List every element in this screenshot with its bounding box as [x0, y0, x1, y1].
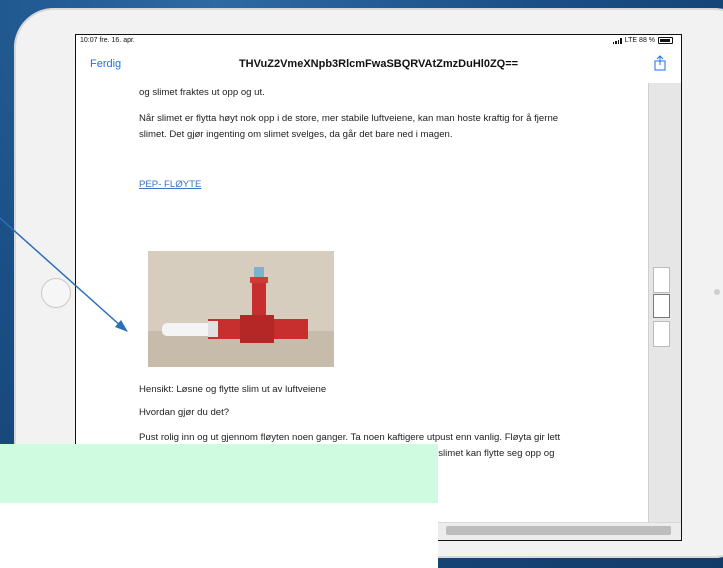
camera-dot: [714, 289, 720, 295]
status-time: 10:07 fre. 16. apr.: [80, 37, 135, 44]
doc-line: Hensikt: Løsne og flytte slim ut av luft…: [139, 384, 327, 395]
status-indicators: LTE 88 %: [612, 37, 673, 44]
carrier-label: LTE 88 %: [624, 37, 655, 44]
doc-line: Pust rolig inn og ut gjennom fløyten noe…: [139, 432, 561, 443]
overlay-panel-green: [0, 444, 438, 503]
doc-line: og slimet fraktes ut opp og ut.: [139, 87, 265, 98]
page-thumbnail-rail[interactable]: [648, 83, 681, 523]
overlay-panel-white: [0, 503, 438, 568]
page-thumbnail[interactable]: [653, 267, 670, 293]
share-icon[interactable]: [653, 55, 667, 71]
page-thumbnail[interactable]: [653, 321, 670, 347]
doc-line: Hvordan gjør du det?: [139, 407, 230, 418]
pep-flute-photo: [148, 251, 334, 367]
pep-floyte-link[interactable]: PEP- FLØYTE: [139, 177, 619, 192]
page-thumbnail-current[interactable]: [653, 294, 670, 318]
status-bar: 10:07 fre. 16. apr. LTE 88 %: [76, 35, 681, 47]
battery-icon: [658, 37, 673, 44]
home-button[interactable]: [41, 278, 71, 308]
document-title: THVuZ2VmeXNpb3RlcmFwaSBQRVAtZmzDuHl0ZQ==: [238, 58, 519, 70]
doc-line: Når slimet er flytta høyt nok opp i de s…: [139, 113, 559, 124]
scrollbar-thumb[interactable]: [446, 526, 671, 535]
nav-bar: Ferdig THVuZ2VmeXNpb3RlcmFwaSBQRVAtZmzDu…: [76, 47, 681, 77]
signal-icon: [612, 37, 622, 44]
doc-line: slimet. Det gjør ingenting om slimet sve…: [139, 129, 453, 140]
